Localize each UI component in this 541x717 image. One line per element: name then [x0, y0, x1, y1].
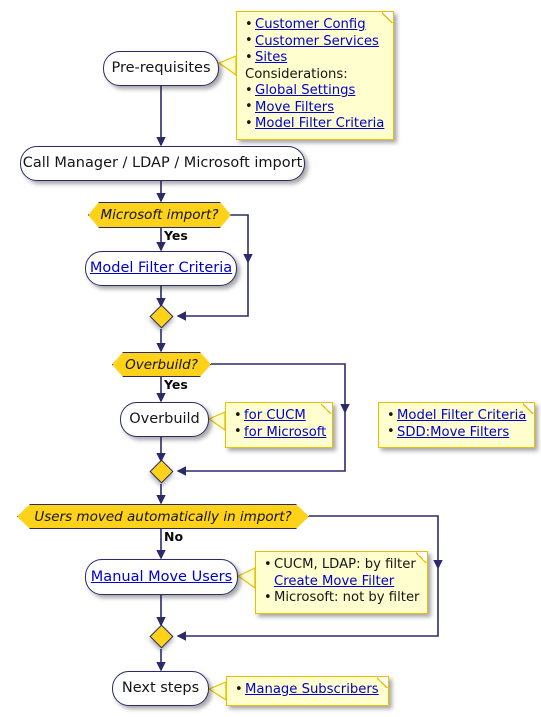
- node-model-filter-criteria[interactable]: Model Filter Criteria: [85, 251, 237, 286]
- decision-overbuild[interactable]: Overbuild?: [112, 352, 211, 377]
- note-tail-next-steps: [207, 681, 227, 702]
- note-item: Considerations:: [245, 66, 348, 82]
- edge-label-overbuild-yes: Yes: [164, 377, 188, 392]
- merge-diamond-3: [149, 624, 174, 649]
- node-prerequisites[interactable]: Pre-requisites: [103, 51, 219, 86]
- edge-label-microsoft-import-yes: Yes: [164, 228, 188, 243]
- node-overbuild-label: Overbuild: [129, 411, 200, 428]
- note-next-steps: Manage Subscribers: [226, 676, 389, 706]
- note-link[interactable]: SDD:Move Filters: [397, 425, 509, 440]
- note-item[interactable]: SDD:Move Filters: [387, 424, 526, 442]
- node-manual-move-users-label[interactable]: Manual Move Users: [91, 570, 232, 585]
- flowchart-canvas: Pre-requisites Call Manager / LDAP / Mic…: [0, 0, 541, 717]
- node-prerequisites-label: Pre-requisites: [111, 60, 211, 77]
- note-prerequisites: Customer Config Customer ServicesSitesCon…: [236, 11, 394, 140]
- node-overbuild[interactable]: Overbuild: [120, 402, 209, 437]
- note-prerequisites-list: Customer Config Customer ServicesSitesCon…: [245, 17, 385, 133]
- note-overbuild-list: for CUCM for Microsoft: [234, 408, 326, 442]
- node-next-steps-label: Next steps: [121, 680, 200, 697]
- note-item[interactable]: Sites: [245, 50, 385, 67]
- note-link[interactable]: Manage Subscribers: [245, 682, 379, 697]
- note-floating-right-list: Model Filter Criteria SDD:Move Filters: [387, 408, 526, 441]
- note-item[interactable]: Move Filters: [245, 99, 385, 117]
- node-import-label: Call Manager / LDAP / Microsoft import: [22, 155, 303, 172]
- note-tail-overbuild: [207, 411, 226, 432]
- decision-microsoft-import[interactable]: Microsoft import?: [88, 202, 231, 228]
- note-link[interactable]: Move Filters: [255, 100, 334, 115]
- note-floating-right: Model Filter Criteria SDD:Move Filters: [378, 402, 535, 448]
- note-link[interactable]: for CUCM: [244, 408, 306, 423]
- note-tail-prerequisites: [217, 55, 237, 77]
- node-import[interactable]: Call Manager / LDAP / Microsoft import: [20, 146, 305, 181]
- note-item: CUCM, LDAP: by filter: [264, 557, 419, 574]
- decision-microsoft-import-label: Microsoft import?: [100, 207, 219, 223]
- note-item[interactable]: Global Settings: [245, 83, 385, 100]
- node-next-steps[interactable]: Next steps: [112, 671, 209, 706]
- note-link[interactable]: for Microsoft: [244, 425, 326, 440]
- merge-diamond-2: [149, 459, 174, 484]
- note-item[interactable]: for Microsoft: [234, 424, 326, 442]
- node-model-filter-criteria-label[interactable]: Model Filter Criteria: [90, 261, 232, 276]
- note-link[interactable]: Model Filter Criteria: [397, 408, 526, 423]
- note-next-steps-list: Manage Subscribers: [235, 682, 380, 699]
- note-link[interactable]: Customer Config: [255, 17, 366, 32]
- decision-overbuild-label: Overbuild?: [125, 356, 198, 373]
- edge-label-users-moved-no: No: [164, 529, 184, 544]
- note-overbuild: for CUCM for Microsoft: [225, 402, 333, 448]
- note-item[interactable]: for CUCM: [234, 408, 324, 425]
- note-tail-manual-move: [236, 567, 256, 590]
- note-manual-move-users: CUCM, LDAP: by filterCreate Move FilterM…: [255, 551, 428, 614]
- note-link[interactable]: Model Filter Criteria: [255, 116, 384, 131]
- note-link[interactable]: Create Move Filter: [274, 574, 394, 589]
- note-item[interactable]: Customer Config: [245, 17, 385, 34]
- note-link[interactable]: Sites: [255, 50, 287, 65]
- note-item[interactable]: Model Filter Criteria: [245, 116, 385, 133]
- note-link[interactable]: Global Settings: [255, 83, 355, 98]
- note-manual-move-users-list: CUCM, LDAP: by filterCreate Move FilterM…: [264, 557, 419, 607]
- note-item[interactable]: Customer Services: [245, 33, 385, 51]
- merge-diamond-1: [149, 304, 174, 329]
- note-item[interactable]: Create Move Filter: [264, 574, 419, 591]
- note-link[interactable]: Customer Services: [255, 34, 379, 49]
- decision-users-moved-label: Users moved automatically in import?: [34, 508, 292, 525]
- note-item[interactable]: Model Filter Criteria: [387, 408, 526, 425]
- decision-users-moved[interactable]: Users moved automatically in import?: [17, 504, 309, 529]
- node-manual-move-users[interactable]: Manual Move Users: [85, 559, 238, 595]
- note-item[interactable]: Manage Subscribers: [235, 682, 380, 699]
- note-item: Microsoft: not by filter: [264, 590, 419, 607]
